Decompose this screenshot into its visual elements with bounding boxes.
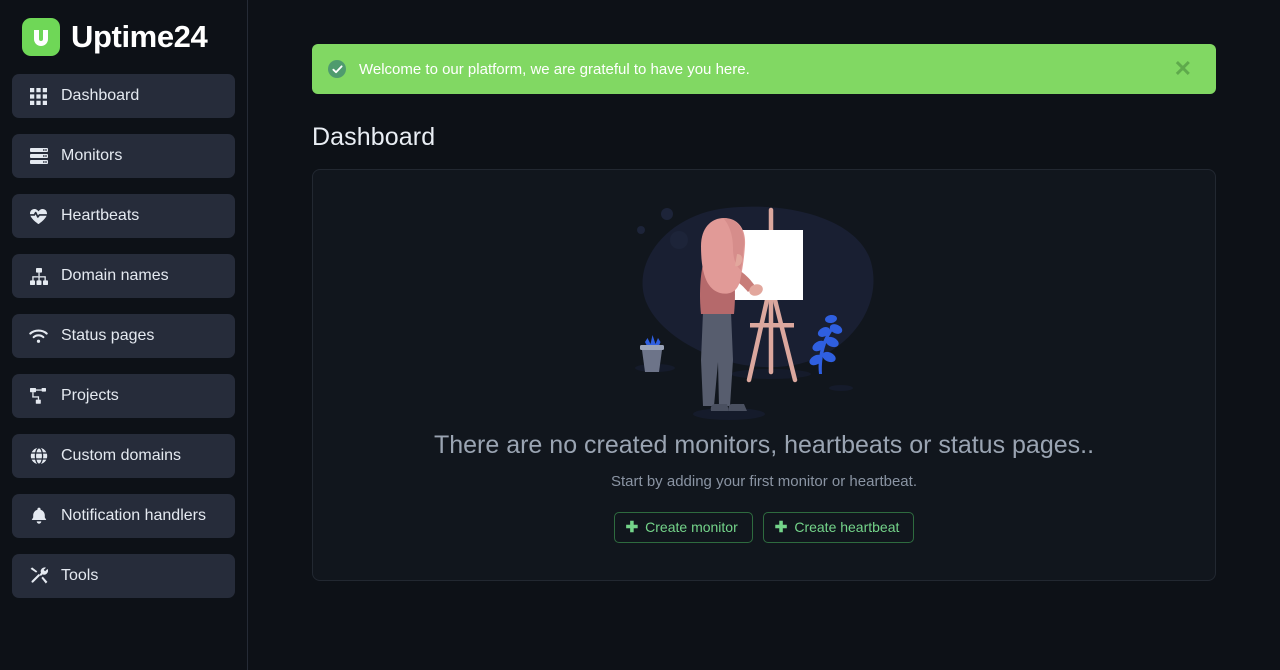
sidebar-item-notification-handlers[interactable]: Notification handlers: [12, 494, 235, 538]
sidebar-nav: Dashboard Monitors Heartbeats Domain nam…: [6, 74, 241, 598]
server-stack-icon: [29, 147, 48, 166]
plus-icon: ✚: [625, 518, 639, 536]
sidebar-item-custom-domains[interactable]: Custom domains: [12, 434, 235, 478]
plus-icon: ✚: [774, 518, 788, 536]
grid-icon: [29, 87, 48, 106]
wifi-icon: [29, 327, 48, 346]
person-painting-at-easel-illustration: [619, 192, 909, 422]
sidebar-item-dashboard[interactable]: Dashboard: [12, 74, 235, 118]
sidebar-item-domain-names[interactable]: Domain names: [12, 254, 235, 298]
bell-icon: [29, 507, 48, 526]
sidebar-item-label: Notification handlers: [61, 507, 206, 524]
sidebar-item-label: Domain names: [61, 267, 169, 284]
create-monitor-label: Create monitor: [645, 519, 738, 535]
check-circle-icon: [328, 60, 346, 78]
brand[interactable]: Uptime24: [6, 0, 241, 62]
alert-message: Welcome to our platform, we are grateful…: [359, 60, 750, 78]
create-heartbeat-button[interactable]: ✚ Create heartbeat: [762, 511, 915, 543]
empty-state-actions: ✚ Create monitor ✚ Create heartbeat: [613, 511, 915, 543]
brand-name: Uptime24: [71, 19, 208, 54]
welcome-alert: Welcome to our platform, we are grateful…: [312, 44, 1216, 94]
app-root: Uptime24 Dashboard Monitors Heartbeats D…: [0, 0, 1280, 670]
globe-icon: [29, 447, 48, 466]
tools-icon: [29, 567, 48, 586]
heart-pulse-icon: [29, 207, 48, 226]
empty-state-subtitle: Start by adding your first monitor or he…: [611, 472, 917, 490]
magnet-u-logo-icon: [22, 17, 60, 56]
sidebar-item-projects[interactable]: Projects: [12, 374, 235, 418]
close-icon[interactable]: ✕: [1170, 56, 1196, 82]
sidebar-item-status-pages[interactable]: Status pages: [12, 314, 235, 358]
empty-state-title: There are no created monitors, heartbeat…: [433, 431, 1095, 459]
create-monitor-button[interactable]: ✚ Create monitor: [613, 511, 753, 543]
project-diagram-icon: [29, 387, 48, 406]
sidebar-item-heartbeats[interactable]: Heartbeats: [12, 194, 235, 238]
sidebar-item-label: Heartbeats: [61, 207, 140, 224]
sidebar-item-label: Monitors: [61, 147, 123, 164]
sitemap-icon: [29, 267, 48, 286]
sidebar-item-label: Projects: [61, 387, 119, 404]
page-title: Dashboard: [312, 123, 436, 151]
sidebar-item-label: Tools: [61, 567, 99, 584]
sidebar-item-label: Status pages: [61, 327, 155, 344]
sidebar-item-label: Custom domains: [61, 447, 182, 464]
sidebar-item-tools[interactable]: Tools: [12, 554, 235, 598]
sidebar-item-monitors[interactable]: Monitors: [12, 134, 235, 178]
sidebar-item-label: Dashboard: [61, 87, 140, 104]
create-heartbeat-label: Create heartbeat: [794, 519, 900, 535]
main-content: Welcome to our platform, we are grateful…: [248, 0, 1280, 670]
empty-state-card: There are no created monitors, heartbeat…: [312, 169, 1216, 581]
sidebar: Uptime24 Dashboard Monitors Heartbeats D…: [0, 0, 248, 670]
